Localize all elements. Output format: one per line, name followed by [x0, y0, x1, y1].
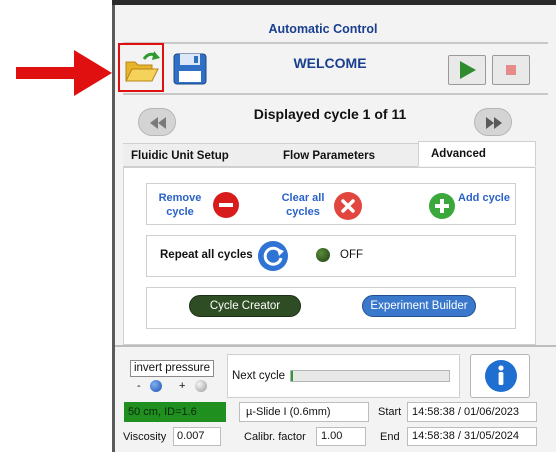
open-file-button[interactable] [118, 43, 164, 92]
welcome-message: WELCOME [293, 55, 367, 71]
stop-button[interactable] [492, 55, 530, 85]
cycle-creator-button[interactable]: Cycle Creator [189, 295, 301, 317]
next-cycle-button[interactable] [474, 108, 512, 136]
minus-circle-icon [213, 192, 239, 218]
repeat-status-led [316, 248, 330, 262]
toolbar-divider [123, 93, 548, 95]
tab-advanced[interactable]: Advanced [418, 141, 536, 166]
repeat-cycles-button[interactable] [257, 240, 289, 272]
tab-bar: Fluidic Unit Setup Flow Parameters Advan… [123, 141, 536, 167]
remove-cycle-label[interactable]: Remove cycle [150, 191, 210, 219]
repeat-status-label: OFF [340, 249, 363, 261]
experiment-builder-button[interactable]: Experiment Builder [362, 295, 476, 317]
next-cycle-progress-fill [291, 371, 293, 381]
play-button[interactable] [448, 55, 486, 85]
repeat-all-cycles-label: Repeat all cycles [160, 249, 253, 261]
remove-cycle-button[interactable] [212, 191, 240, 219]
viscosity-field[interactable]: 0.007 [173, 427, 221, 446]
tab-fluidic-unit-setup[interactable]: Fluidic Unit Setup [123, 143, 271, 167]
next-cycle-label: Next cycle [232, 370, 286, 382]
fast-forward-icon [486, 117, 502, 129]
next-cycle-progress-bar [290, 370, 450, 382]
displayed-cycle-label: Displayed cycle 1 of 11 [253, 106, 407, 122]
negative-pressure-led[interactable] [150, 380, 162, 392]
end-time-field[interactable]: 14:58:38 / 31/05/2024 [407, 427, 537, 446]
start-label: Start [378, 406, 402, 418]
invert-pressure-button[interactable]: invert pressure [130, 360, 214, 377]
previous-cycle-button[interactable] [138, 108, 176, 136]
refresh-icon [258, 241, 288, 271]
clear-all-cycles-button[interactable] [333, 191, 363, 221]
plus-circle-icon [429, 193, 455, 219]
stop-icon [506, 65, 516, 75]
x-circle-icon [334, 192, 362, 220]
clear-all-cycles-label[interactable]: Clear all cycles [273, 191, 333, 219]
calibration-factor-field[interactable]: 1.00 [316, 427, 366, 446]
plus-label: + [179, 380, 186, 392]
add-cycle-label[interactable]: Add cycle [456, 191, 512, 205]
info-icon-graphic [485, 360, 517, 392]
positive-pressure-led[interactable] [195, 380, 207, 392]
info-icon[interactable] [484, 359, 518, 393]
annotation-arrow-icon [16, 50, 112, 96]
tubing-status-display: 50 cm, ID=1.6 [124, 402, 226, 422]
play-icon [460, 61, 476, 79]
end-label: End [380, 431, 400, 443]
minus-label: - [137, 380, 141, 392]
tab-flow-parameters[interactable]: Flow Parameters [271, 143, 418, 167]
slide-type-field[interactable]: µ-Slide I (0.6mm) [239, 402, 369, 422]
folder-open-icon [125, 51, 160, 82]
start-time-field[interactable]: 14:58:38 / 01/06/2023 [407, 402, 537, 422]
rewind-icon [150, 117, 166, 129]
calibration-factor-label: Calibr. factor [244, 431, 306, 443]
header-divider [123, 42, 548, 44]
save-button[interactable] [170, 50, 210, 88]
add-cycle-button[interactable] [428, 192, 456, 220]
panel-title: Automatic Control [268, 22, 378, 36]
viscosity-label: Viscosity [123, 431, 167, 443]
floppy-disk-icon [173, 53, 207, 85]
bottom-divider [115, 345, 556, 347]
